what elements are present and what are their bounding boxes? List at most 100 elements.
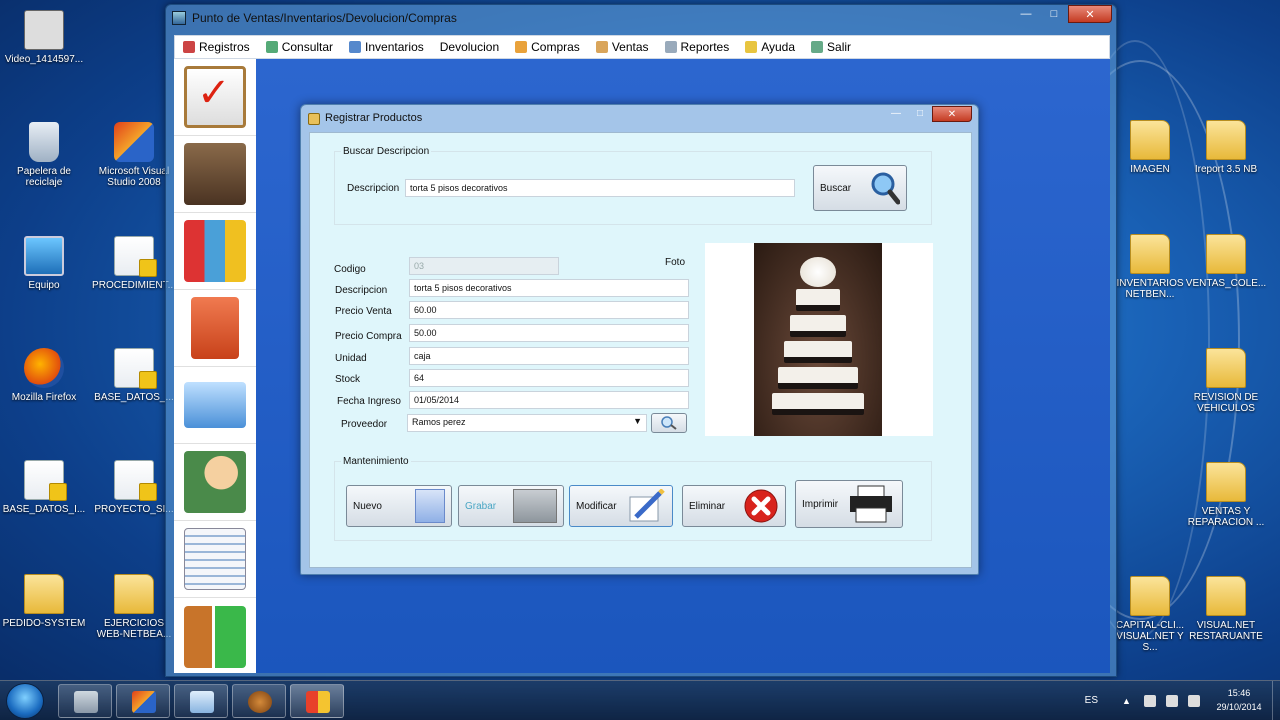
form-icon (308, 113, 320, 125)
sidebar-registros-button[interactable]: ✓ (174, 59, 256, 136)
desktop-icon-imagen[interactable]: IMAGEN (1108, 120, 1192, 175)
visual-studio-icon (132, 691, 156, 713)
minimize-button[interactable]: — (1012, 5, 1040, 23)
salir-icon (811, 41, 824, 53)
network-icon[interactable] (1166, 695, 1178, 707)
desktop-icon-visual-net-restaruante[interactable]: VISUAL.NET RESTARUANTE (1184, 576, 1268, 642)
maximize-button[interactable]: □ (908, 106, 932, 122)
menu-registros[interactable]: Registros (175, 40, 258, 54)
sidebar-compras-button[interactable] (174, 290, 256, 367)
nuevo-button[interactable]: Nuevo (346, 485, 452, 527)
desktop-icon-firefox[interactable]: Mozilla Firefox (2, 348, 86, 403)
desktop-icon-proyecto[interactable]: PROYECTO_SI... (92, 460, 176, 515)
windows-app-icon (306, 691, 330, 713)
menu-ayuda[interactable]: Ayuda (737, 40, 803, 54)
desktop-icon-base-datos-1[interactable]: BASE_DATOS_... (92, 348, 176, 403)
desktop-icon-revision-vehiculos[interactable]: REVISION DE VEHICULOS (1184, 348, 1268, 414)
codigo-label: Codigo (334, 264, 366, 275)
sidebar-archivos-button[interactable] (174, 213, 256, 290)
desktop-icon-base-datos-2[interactable]: BASE_DATOS_I... (2, 460, 86, 515)
proveedor-select[interactable]: Ramos perez ▼ (407, 414, 647, 432)
desktop-icon-equipo[interactable]: Equipo (2, 236, 86, 291)
desktop-icon-ventas-reparacion[interactable]: VENTAS Y REPARACION ... (1184, 462, 1268, 528)
search-description-input[interactable] (405, 179, 795, 197)
modificar-button[interactable]: Modificar (569, 485, 673, 527)
desktop-icon-capital-cli[interactable]: CAPITAL-CLI... VISUAL.NET Y S... (1108, 576, 1192, 653)
document-icon (114, 348, 157, 389)
sidebar-devolucion-button[interactable] (174, 367, 256, 444)
start-button[interactable] (6, 683, 44, 719)
precio-compra-label: Precio Compra (335, 331, 402, 342)
menu-ventas[interactable]: Ventas (588, 40, 657, 54)
language-indicator[interactable]: ES (1085, 695, 1098, 706)
form-body: Buscar Descripcion Descripcion Buscar Co… (309, 132, 972, 568)
precio-compra-field[interactable] (409, 324, 689, 342)
desktop-icon-video[interactable]: Video_1414597... (2, 10, 86, 65)
precio-venta-field[interactable] (409, 301, 689, 319)
eliminar-button[interactable]: Eliminar (682, 485, 786, 527)
document-icon (114, 460, 157, 501)
report-sheet-icon (184, 528, 246, 590)
desktop-icon-ventas-cole[interactable]: VENTAS_COLE... (1184, 234, 1268, 289)
fecha-ingreso-label: Fecha Ingreso (337, 396, 401, 407)
taskbar-app-1[interactable] (58, 684, 112, 718)
codigo-field (409, 257, 559, 275)
registros-icon (183, 41, 195, 53)
sidebar-ventas-button[interactable] (174, 444, 256, 521)
sidebar-inventarios-button[interactable] (174, 136, 256, 213)
desktop-icon-procedimient[interactable]: PROCEDIMIENT... (92, 236, 176, 291)
system-tray: ▲ (1122, 695, 1200, 707)
desktop-icon-ejercicios[interactable]: EJERCICIOS WEB-NETBEA... (92, 574, 176, 640)
app-titlebar[interactable]: Punto de Ventas/Inventarios/Devolucion/C… (166, 5, 1116, 31)
new-document-icon (415, 489, 445, 523)
unidad-field[interactable] (409, 347, 689, 365)
tools-icon (74, 691, 98, 713)
taskbar: ES ▲ 15:46 29/10/2014 (0, 680, 1280, 720)
magnifier-icon (661, 416, 677, 430)
taskbar-app-3[interactable] (174, 684, 228, 718)
grabar-button[interactable]: Grabar (458, 485, 564, 527)
proveedor-search-button[interactable] (651, 413, 687, 433)
maximize-button[interactable]: □ (1040, 5, 1068, 23)
document-icon (24, 460, 67, 501)
fecha-ingreso-field[interactable] (409, 391, 689, 409)
desktop-icon-inventarios-netben[interactable]: INVENTARIOS NETBEN... (1108, 234, 1192, 300)
minimize-button[interactable]: — (884, 106, 908, 122)
menu-compras[interactable]: Compras (507, 40, 588, 54)
menu-reportes[interactable]: Reportes (657, 40, 738, 54)
search-button[interactable]: Buscar (813, 165, 907, 211)
visual-studio-icon (114, 122, 154, 162)
menu-devolucion[interactable]: Devolucion (432, 40, 507, 54)
descripcion-field[interactable] (409, 279, 689, 297)
stock-field[interactable] (409, 369, 689, 387)
volume-icon[interactable] (1188, 695, 1200, 707)
cake-photo (754, 243, 882, 436)
menu-consultar[interactable]: Consultar (258, 40, 341, 54)
clock[interactable]: 15:46 29/10/2014 (1206, 686, 1272, 714)
folder-icon (1206, 234, 1246, 274)
imprimir-button[interactable]: Imprimir (795, 480, 903, 528)
ayuda-icon (745, 41, 758, 53)
show-desktop-button[interactable] (1272, 681, 1280, 720)
desktop-icon-pedido-system[interactable]: PEDIDO-SYSTEM (2, 574, 86, 629)
binders-icon (184, 220, 246, 282)
taskbar-app-4[interactable] (232, 684, 286, 718)
clock-time: 15:46 (1227, 688, 1251, 698)
desktop-icon-visual-studio[interactable]: Microsoft Visual Studio 2008 (92, 122, 176, 188)
action-center-flag-icon[interactable] (1144, 695, 1156, 707)
menu-inventarios[interactable]: Inventarios (341, 40, 432, 54)
close-button[interactable]: ✕ (1068, 5, 1112, 23)
menu-salir[interactable]: Salir (803, 40, 859, 54)
desktop-icon-recycle-bin[interactable]: Papelera de reciclaje (2, 122, 86, 188)
desktop-icon-ireport[interactable]: Ireport 3.5 NB (1184, 120, 1268, 175)
cashier-icon (184, 451, 246, 513)
taskbar-app-2[interactable] (116, 684, 170, 718)
sidebar-reportes-button[interactable] (174, 521, 256, 598)
folder-open-icon (184, 382, 246, 428)
product-photo-frame (705, 243, 933, 436)
close-button[interactable]: ✕ (932, 106, 972, 122)
taskbar-app-5[interactable] (290, 684, 344, 718)
folder-icon (1206, 120, 1246, 160)
sidebar-salir-button[interactable] (174, 598, 256, 675)
show-hidden-icon[interactable]: ▲ (1122, 695, 1134, 707)
